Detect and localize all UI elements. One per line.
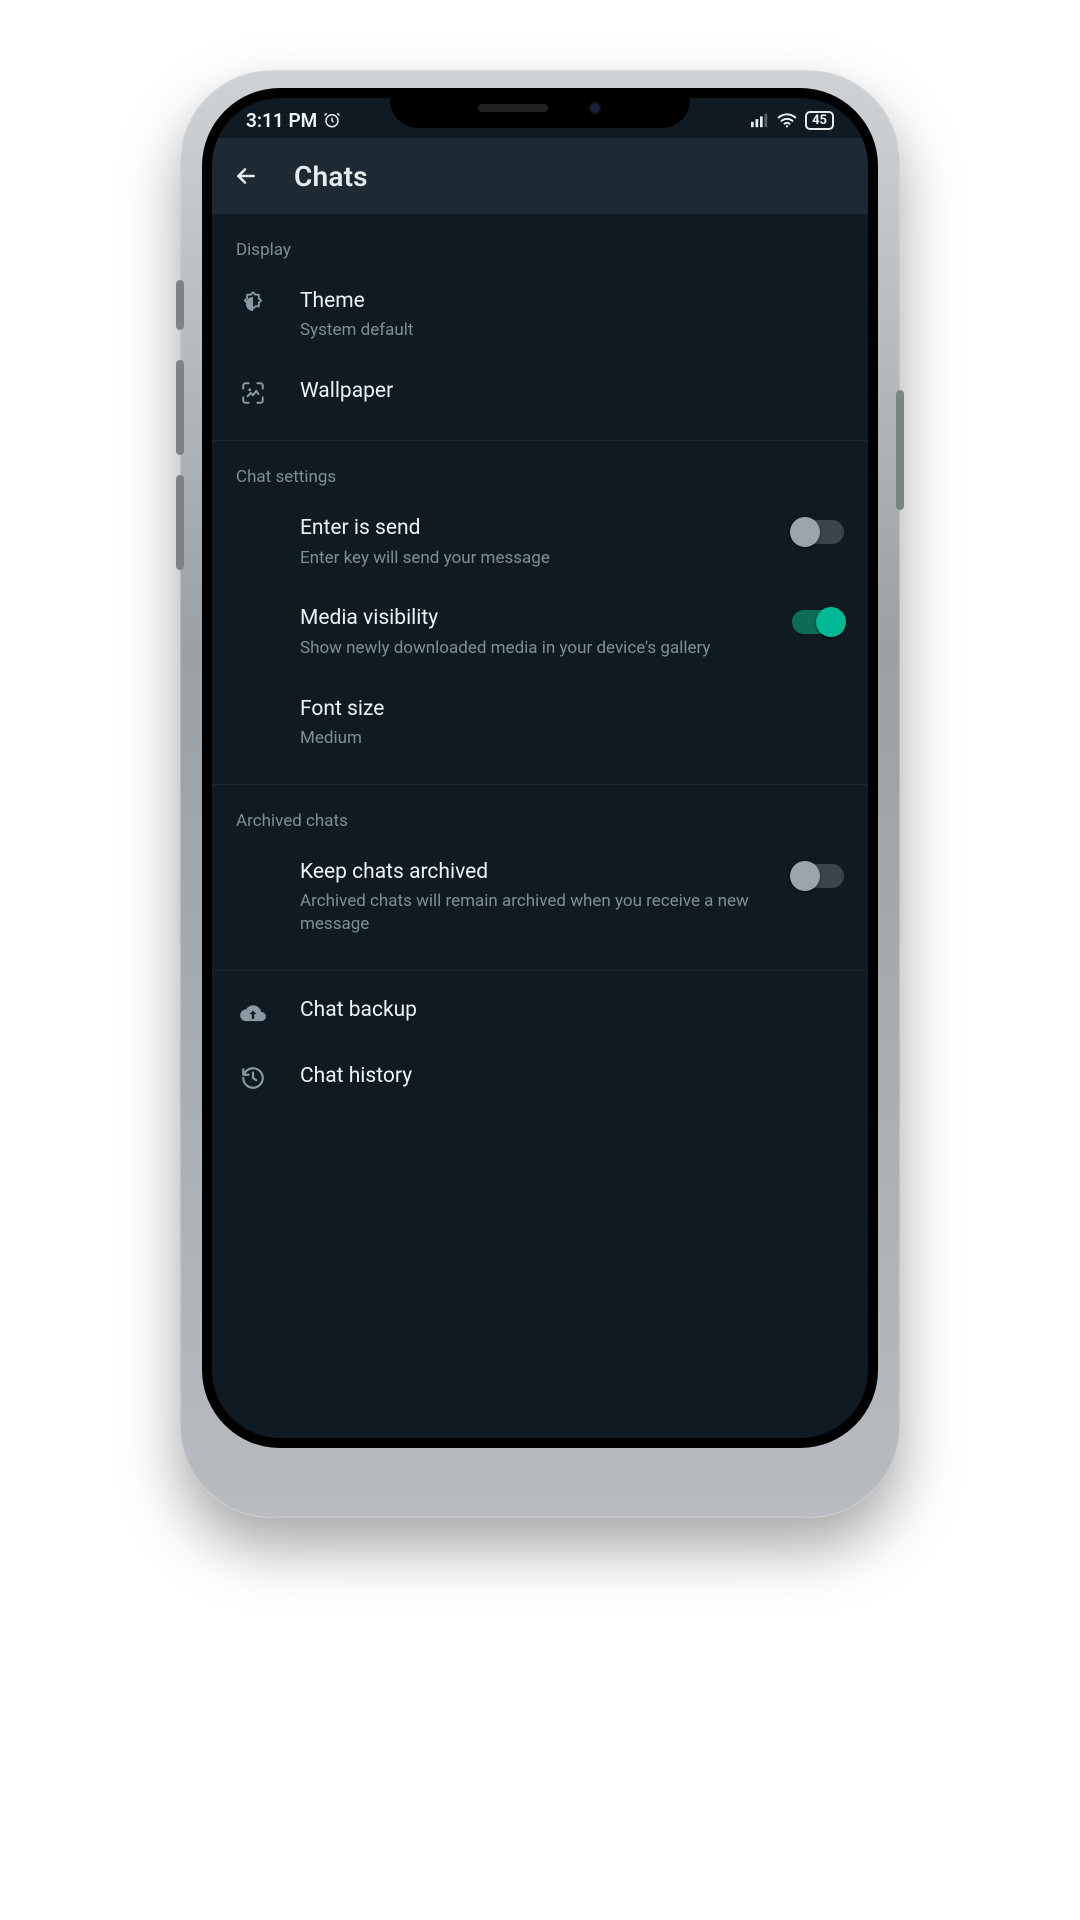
- phone-bezel: 3:11 PM: [202, 88, 878, 1448]
- settings-content[interactable]: Display Theme System default: [212, 214, 868, 1165]
- brightness-icon: [236, 290, 270, 318]
- row-wallpaper[interactable]: Wallpaper: [212, 360, 868, 424]
- back-button[interactable]: [232, 162, 260, 190]
- row-chat-history[interactable]: Chat history: [212, 1045, 868, 1109]
- app-header: Chats: [212, 138, 868, 214]
- battery-indicator: 45: [805, 111, 834, 130]
- row-theme[interactable]: Theme System default: [212, 270, 868, 360]
- section-footer: Chat backup Chat history: [212, 971, 868, 1125]
- keep-archived-desc: Archived chats will remain archived when…: [300, 890, 762, 936]
- chat-backup-label: Chat backup: [300, 997, 844, 1024]
- alarm-icon: [323, 111, 341, 129]
- section-chat-settings-heading: Chat settings: [212, 467, 868, 497]
- section-archived-heading: Archived chats: [212, 811, 868, 841]
- chat-history-label: Chat history: [300, 1063, 844, 1090]
- screen: 3:11 PM: [212, 98, 868, 1438]
- status-time: 3:11 PM: [246, 109, 317, 132]
- volume-down-button: [176, 475, 184, 570]
- enter-is-send-toggle[interactable]: [792, 520, 844, 544]
- row-enter-is-send[interactable]: Enter is send Enter key will send your m…: [212, 497, 868, 587]
- battery-level: 45: [812, 114, 827, 127]
- theme-label: Theme: [300, 288, 844, 315]
- phone-frame: 3:11 PM: [180, 70, 900, 1518]
- row-media-visibility[interactable]: Media visibility Show newly downloaded m…: [212, 587, 868, 677]
- theme-value: System default: [300, 319, 844, 342]
- row-font-size[interactable]: Font size Medium: [212, 678, 868, 768]
- front-camera: [588, 101, 602, 115]
- phone-notch: [390, 88, 690, 128]
- cellular-icon: [751, 112, 769, 128]
- power-button: [896, 390, 904, 510]
- history-icon: [236, 1065, 270, 1091]
- cloud-upload-icon: [236, 999, 270, 1027]
- mute-switch: [176, 280, 184, 330]
- page-title: Chats: [294, 160, 368, 193]
- volume-up-button: [176, 360, 184, 455]
- keep-archived-toggle[interactable]: [792, 864, 844, 888]
- status-left: 3:11 PM: [246, 109, 341, 132]
- wallpaper-icon: [236, 380, 270, 406]
- row-chat-backup[interactable]: Chat backup: [212, 979, 868, 1045]
- section-chat-settings: Chat settings Enter is send Enter key wi…: [212, 441, 868, 785]
- speaker-grille: [478, 104, 548, 112]
- section-display: Display Theme System default: [212, 214, 868, 441]
- row-keep-archived[interactable]: Keep chats archived Archived chats will …: [212, 841, 868, 954]
- section-display-heading: Display: [212, 240, 868, 270]
- media-visibility-toggle[interactable]: [792, 610, 844, 634]
- enter-is-send-label: Enter is send: [300, 515, 762, 542]
- enter-is-send-desc: Enter key will send your message: [300, 547, 762, 570]
- wallpaper-label: Wallpaper: [300, 378, 844, 405]
- media-visibility-desc: Show newly downloaded media in your devi…: [300, 637, 762, 660]
- wifi-icon: [777, 112, 797, 128]
- font-size-label: Font size: [300, 696, 844, 723]
- font-size-value: Medium: [300, 727, 844, 750]
- media-visibility-label: Media visibility: [300, 605, 762, 632]
- section-archived: Archived chats Keep chats archived Archi…: [212, 785, 868, 971]
- keep-archived-label: Keep chats archived: [300, 859, 762, 886]
- status-right: 45: [751, 111, 834, 130]
